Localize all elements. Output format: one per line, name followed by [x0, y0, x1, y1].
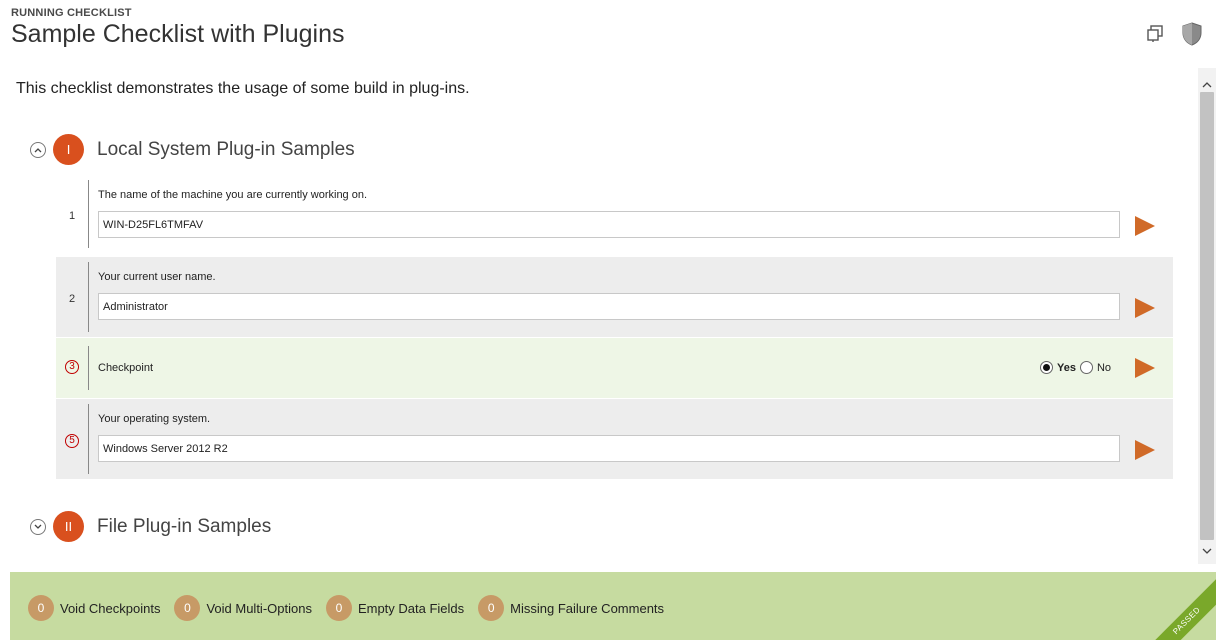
scroll-down-icon[interactable]: [1198, 540, 1216, 562]
chevron-up-icon: [34, 147, 42, 152]
step-number: 1: [68, 210, 76, 222]
play-icon[interactable]: [1135, 298, 1155, 318]
scroll-thumb[interactable]: [1200, 92, 1214, 540]
operating-system-field[interactable]: [98, 435, 1120, 462]
count-badge: 0: [174, 595, 201, 621]
checklist-step-3: 3 Checkpoint Yes No: [56, 338, 1173, 398]
step-divider: [88, 262, 89, 332]
play-icon[interactable]: [1135, 440, 1155, 460]
section-header-local-system: I Local System Plug-in Samples: [30, 134, 355, 165]
checklist-step-2: 2 Your current user name.: [56, 257, 1173, 337]
checklist-step-1: 1 The name of the machine you are curren…: [56, 176, 1173, 252]
section-header-file-plugins: II File Plug-in Samples: [30, 511, 271, 542]
chevron-down-icon: [34, 524, 42, 529]
checklist-description: This checklist demonstrates the usage of…: [16, 80, 470, 97]
checklist-step-5: 5 Your operating system.: [56, 399, 1173, 479]
expand-toggle[interactable]: [30, 518, 46, 535]
step-label: Checkpoint: [98, 362, 154, 374]
passed-status-ribbon: PASSED: [1141, 575, 1216, 640]
footer-label: Empty Data Fields: [357, 600, 465, 616]
step-label: The name of the machine you are currentl…: [98, 189, 368, 201]
step-number: 3: [56, 360, 88, 374]
radio-yes[interactable]: [1040, 361, 1053, 374]
radio-no[interactable]: [1079, 361, 1093, 374]
user-name-field[interactable]: [98, 293, 1120, 320]
step-divider: [88, 404, 89, 474]
running-checklist-label: RUNNING CHECKLIST: [11, 7, 132, 19]
empty-data-fields-counter[interactable]: 0 Empty Data Fields: [325, 595, 465, 621]
count-badge: 0: [478, 595, 505, 621]
footer-counters: 0 Void Checkpoints 0 Void Multi-Options …: [28, 595, 678, 621]
copy-window-icon[interactable]: [1146, 25, 1164, 48]
step-divider: [88, 346, 89, 390]
count-badge: 0: [28, 595, 54, 621]
step-label: Your current user name.: [98, 271, 216, 283]
missing-failure-comments-counter[interactable]: 0 Missing Failure Comments: [478, 595, 664, 621]
footer-label: Missing Failure Comments: [510, 600, 665, 616]
count-badge: 0: [325, 595, 352, 621]
step-label: Your operating system.: [98, 413, 211, 425]
footer-label: Void Checkpoints: [60, 600, 161, 616]
shield-icon[interactable]: [1182, 22, 1202, 51]
radio-no-label[interactable]: No: [1097, 362, 1111, 374]
step-number: 5: [56, 434, 88, 448]
page-title: Sample Checklist with Plugins: [11, 20, 345, 48]
section-title[interactable]: Local System Plug-in Samples: [97, 139, 355, 161]
top-icons: [1146, 22, 1202, 51]
step-divider: [88, 180, 89, 248]
radio-yes-label[interactable]: Yes: [1057, 362, 1076, 374]
play-icon[interactable]: [1135, 358, 1155, 378]
collapse-toggle[interactable]: [30, 141, 46, 158]
footer-label: Void Multi-Options: [206, 600, 312, 616]
void-multi-options-counter[interactable]: 0 Void Multi-Options: [174, 595, 312, 621]
yes-no-options: Yes No: [1040, 361, 1115, 374]
header: RUNNING CHECKLIST Sample Checklist with …: [11, 7, 344, 49]
section-badge: II: [53, 511, 84, 542]
section-badge: I: [53, 134, 84, 165]
section-title[interactable]: File Plug-in Samples: [97, 516, 271, 538]
void-checkpoints-counter[interactable]: 0 Void Checkpoints: [28, 595, 160, 621]
play-icon[interactable]: [1135, 216, 1155, 236]
vertical-scrollbar[interactable]: [1198, 68, 1216, 564]
step-number: 2: [68, 293, 76, 305]
machine-name-field[interactable]: [98, 211, 1120, 238]
status-footer: 0 Void Checkpoints 0 Void Multi-Options …: [10, 572, 1216, 640]
